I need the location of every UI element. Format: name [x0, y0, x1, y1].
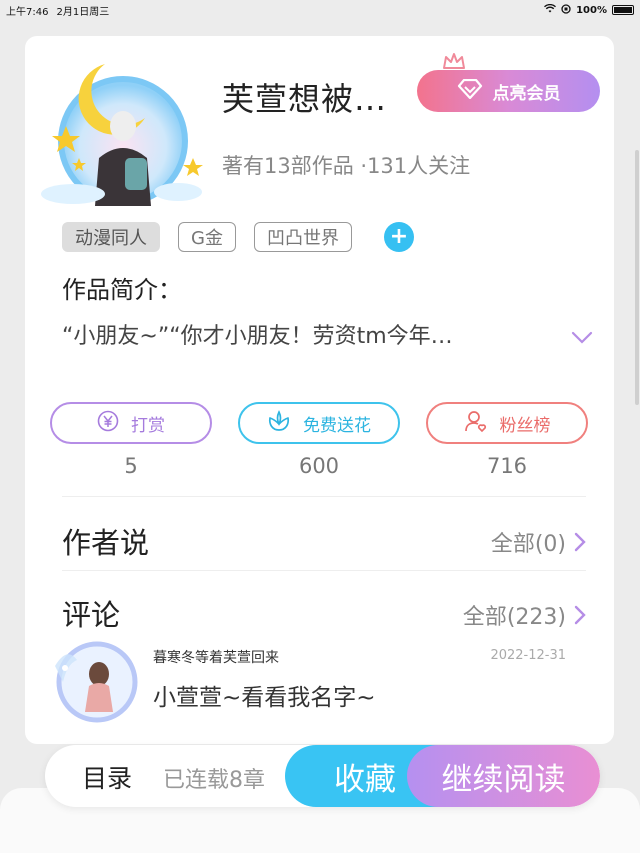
- intro-label: 作品简介：: [62, 276, 182, 304]
- author-says-more-link[interactable]: 全部(0): [491, 526, 586, 558]
- status-time: 上午7:46: [6, 6, 49, 18]
- continue-reading-button[interactable]: 继续阅读: [407, 745, 600, 807]
- reward-count: 5: [124, 454, 138, 478]
- serial-status: 已连载8章: [163, 768, 265, 793]
- reward-label: 打赏: [131, 415, 165, 436]
- continue-reading-label: 继续阅读: [441, 761, 566, 798]
- divider: [62, 570, 586, 571]
- author-says-more-label: 全部(0): [490, 532, 566, 557]
- bottom-action-bar: 目录 已连载8章 收藏 继续阅读: [45, 745, 600, 807]
- chevron-right-icon: [574, 605, 586, 625]
- diamond-icon: [457, 78, 483, 104]
- comment-text[interactable]: 小萱萱~看看我名字~: [153, 678, 376, 712]
- intro-text[interactable]: “小朋友~”“你才小朋友！劳资tm今年…: [62, 318, 453, 350]
- comments-more-link[interactable]: 全部(223): [463, 599, 586, 631]
- status-bar: 上午7:46 2月1日周三 100%: [0, 0, 640, 20]
- fans-ranking-button[interactable]: 粉丝榜: [426, 402, 588, 444]
- fans-ranking-label: 粉丝榜: [499, 415, 551, 436]
- status-date: 2月1日周三: [56, 6, 110, 18]
- tag-item[interactable]: 动漫同人: [62, 222, 160, 252]
- reward-button[interactable]: 打赏: [50, 402, 212, 444]
- battery-icon: [612, 5, 634, 15]
- send-flower-button[interactable]: 免费送花: [238, 402, 400, 444]
- work-title: 芙萱想被…: [222, 80, 388, 118]
- yen-icon: [97, 410, 119, 437]
- tag-item[interactable]: 凹凸世界: [253, 222, 352, 252]
- collect-label: 收藏: [334, 761, 396, 798]
- flower-count: 600: [298, 454, 340, 478]
- author-says-title: 作者说: [62, 526, 150, 560]
- tag-item[interactable]: G金: [178, 222, 236, 252]
- scrollbar[interactable]: [635, 150, 639, 405]
- battery-percent: 100%: [576, 4, 607, 16]
- wifi-icon: [544, 3, 557, 16]
- divider: [62, 496, 586, 497]
- comments-more-label: 全部(223): [462, 605, 566, 630]
- author-stats: 著有13部作品 ·131人关注: [222, 154, 471, 178]
- comment-date: 2022-12-31: [490, 648, 566, 663]
- vip-label: 点亮会员: [492, 83, 561, 104]
- comment-username[interactable]: 暮寒冬等着芙萱回来: [153, 647, 279, 667]
- tag-list: 动漫同人 G金 凹凸世界 +: [62, 222, 414, 252]
- commenter-avatar[interactable]: [45, 626, 145, 726]
- toc-button[interactable]: 目录: [82, 759, 132, 795]
- crown-icon: [443, 53, 465, 69]
- chevron-right-icon: [574, 532, 586, 552]
- flower-icon: [267, 409, 291, 437]
- add-tag-button[interactable]: +: [383, 222, 414, 252]
- orientation-lock-icon: [561, 3, 571, 17]
- fans-count: 716: [486, 454, 528, 478]
- work-cover-avatar[interactable]: [33, 46, 203, 216]
- fans-icon: [464, 409, 488, 438]
- chevron-down-icon[interactable]: [571, 331, 593, 345]
- work-detail-card: 芙萱想被… 点亮会员 著有13部作品 ·131人关注 动漫同人 G金 凹凸世界 …: [25, 36, 614, 744]
- vip-button[interactable]: 点亮会员: [417, 70, 600, 112]
- send-flower-label: 免费送花: [303, 415, 371, 436]
